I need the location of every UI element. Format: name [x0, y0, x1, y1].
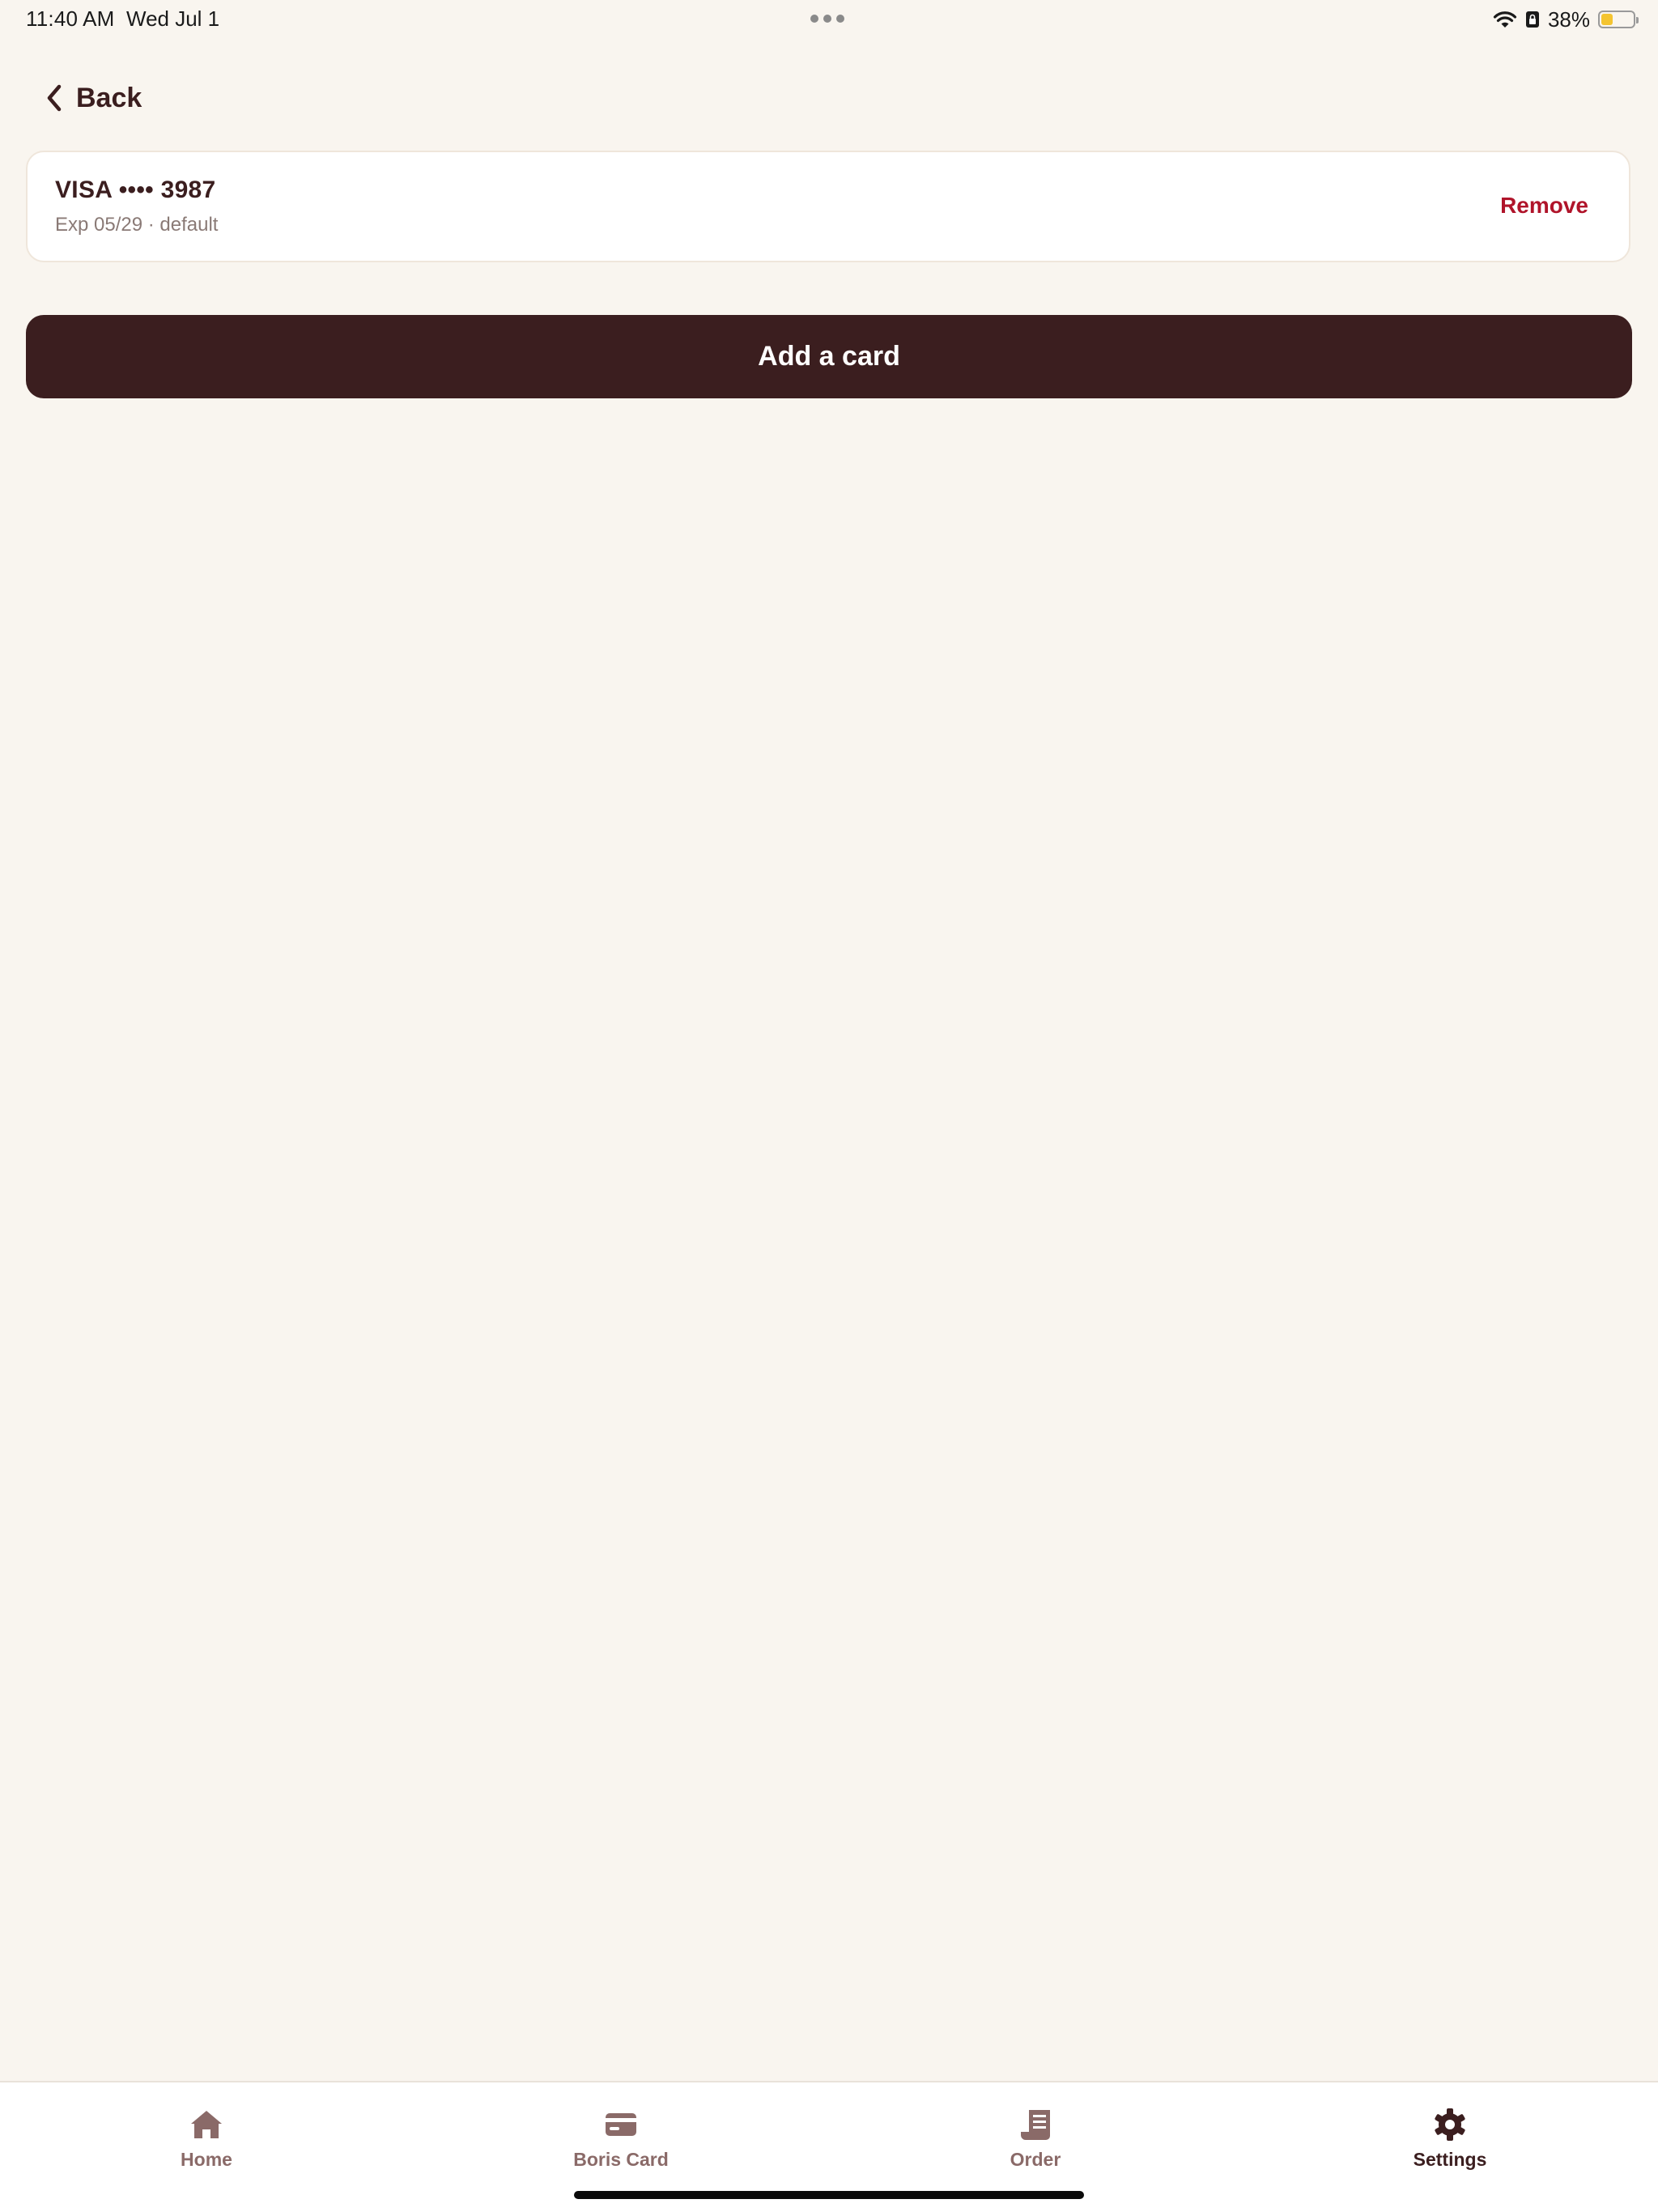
card-icon — [602, 2105, 640, 2144]
tab-label: Home — [181, 2149, 232, 2170]
payment-card-row: VISA •••• 3987 Exp 05/29 · default Remov… — [26, 151, 1630, 262]
back-button[interactable]: Back — [45, 78, 142, 118]
chevron-left-icon — [47, 84, 62, 112]
tab-bar: Home Boris Card Order Settings — [0, 2081, 1658, 2212]
remove-card-button[interactable]: Remove — [1500, 193, 1588, 219]
lock-rotation-icon — [1525, 11, 1539, 28]
tab-label: Order — [1010, 2149, 1061, 2170]
gear-icon — [1431, 2105, 1469, 2144]
status-time: 11:40 AM — [26, 6, 115, 31]
multitasking-dots-icon[interactable] — [810, 15, 844, 23]
add-card-label: Add a card — [758, 341, 900, 372]
battery-icon — [1598, 11, 1639, 28]
wifi-icon — [1493, 11, 1517, 28]
add-card-button[interactable]: Add a card — [26, 315, 1632, 398]
tab-home[interactable]: Home — [109, 2105, 304, 2171]
tab-settings[interactable]: Settings — [1353, 2105, 1547, 2171]
battery-level-fill — [1601, 14, 1613, 25]
tab-order[interactable]: Order — [938, 2105, 1133, 2171]
receipt-icon — [1016, 2105, 1055, 2144]
back-label: Back — [76, 82, 142, 113]
tab-label: Settings — [1413, 2149, 1487, 2170]
home-indicator[interactable] — [574, 2191, 1084, 2199]
tab-boris-card[interactable]: Boris Card — [524, 2105, 718, 2171]
battery-percent: 38% — [1547, 6, 1590, 32]
status-bar: 11:40 AM Wed Jul 1 38% — [0, 0, 1658, 39]
status-date: Wed Jul 1 — [126, 6, 220, 31]
card-expiry: Exp 05/29 · default — [55, 214, 219, 236]
card-title: VISA •••• 3987 — [55, 177, 216, 203]
home-icon — [187, 2105, 226, 2144]
tab-label: Boris Card — [573, 2149, 669, 2170]
status-indicators: 38% — [1493, 6, 1639, 32]
